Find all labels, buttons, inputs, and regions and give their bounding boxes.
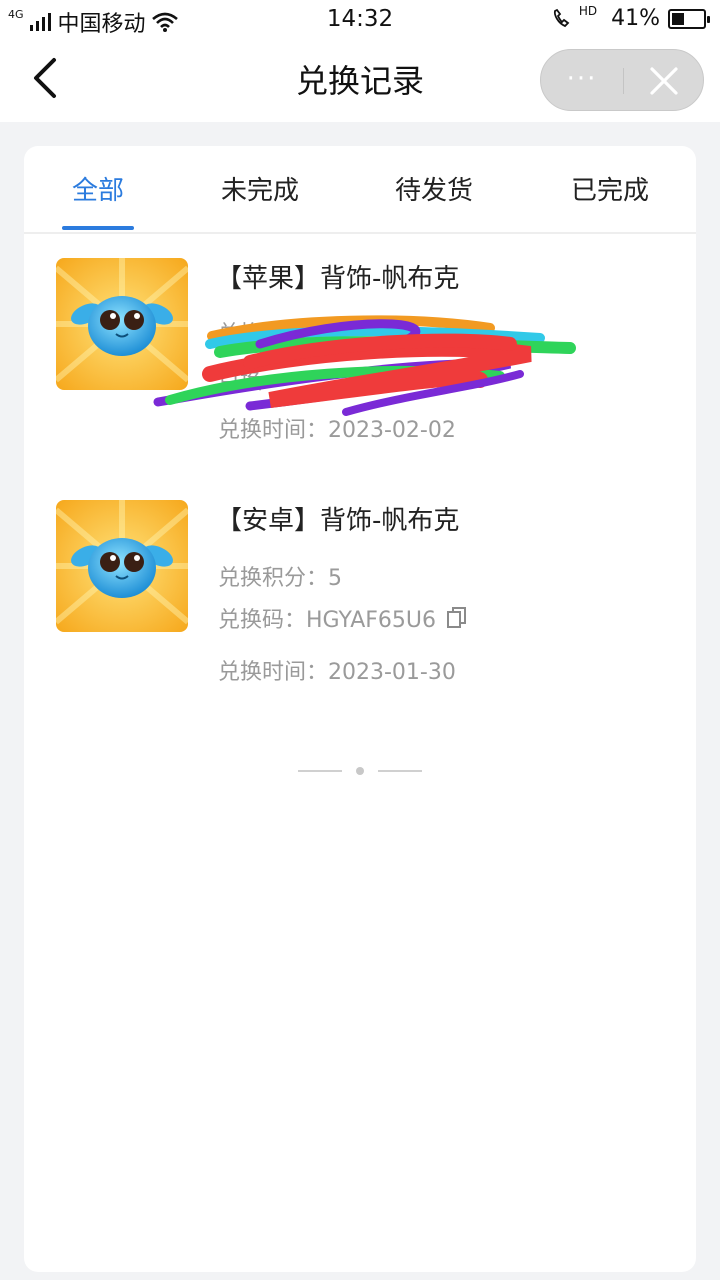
hd-label: HD bbox=[578, 3, 598, 18]
status-right: HD 41% bbox=[551, 3, 710, 31]
status-bar: 4G 中国移动 14:32 HD 41% bbox=[0, 0, 720, 38]
record-code: 兑换码：HGYAF65U6 bbox=[218, 608, 437, 633]
record-title: 【安卓】背饰-帆布克 bbox=[216, 506, 460, 536]
battery-percent: 41% bbox=[611, 6, 660, 31]
nav-bar: 兑换记录 ··· bbox=[0, 38, 720, 122]
record-item[interactable]: 【苹果】背饰-帆布克 兑换积分：5 兑换 兑换时间：2023-02-02 bbox=[24, 258, 696, 458]
record-code-row: 兑换码：HGYAF65U6 bbox=[218, 602, 468, 634]
tab-completed[interactable]: 已完成 bbox=[560, 170, 660, 207]
record-points: 兑换积分：5 bbox=[218, 566, 342, 591]
end-of-list-marker bbox=[298, 767, 422, 775]
tab-pending-shipment[interactable]: 待发货 bbox=[384, 170, 484, 207]
record-item[interactable]: 【安卓】背饰-帆布克 兑换积分：5 兑换码：HGYAF65U6 兑换时间：202… bbox=[24, 500, 696, 700]
product-thumbnail bbox=[56, 500, 188, 632]
active-tab-indicator bbox=[62, 226, 134, 230]
more-button[interactable]: ··· bbox=[541, 64, 623, 94]
tab-bar: 全部 未完成 待发货 已完成 bbox=[24, 146, 696, 234]
close-button[interactable] bbox=[623, 50, 705, 112]
record-points: 兑换积分：5 bbox=[218, 322, 342, 347]
product-thumbnail bbox=[56, 258, 188, 390]
record-time: 兑换时间：2023-01-30 bbox=[218, 660, 456, 685]
copy-icon[interactable] bbox=[446, 606, 468, 630]
record-title: 【苹果】背饰-帆布克 bbox=[216, 264, 460, 294]
close-icon bbox=[650, 67, 678, 95]
record-code: 兑换 bbox=[218, 370, 263, 395]
record-time: 兑换时间：2023-02-02 bbox=[218, 418, 456, 443]
tab-all[interactable]: 全部 bbox=[62, 170, 134, 207]
call-hd-icon bbox=[553, 8, 570, 27]
records-card: 全部 未完成 待发货 已完成 【苹果】背饰-帆布克 兑换积分：5 兑换 兑换时间… bbox=[24, 146, 696, 1272]
tab-incomplete[interactable]: 未完成 bbox=[210, 170, 310, 207]
battery-fill bbox=[672, 12, 684, 25]
mini-program-capsule: ··· bbox=[540, 49, 704, 111]
battery-icon bbox=[668, 8, 710, 29]
